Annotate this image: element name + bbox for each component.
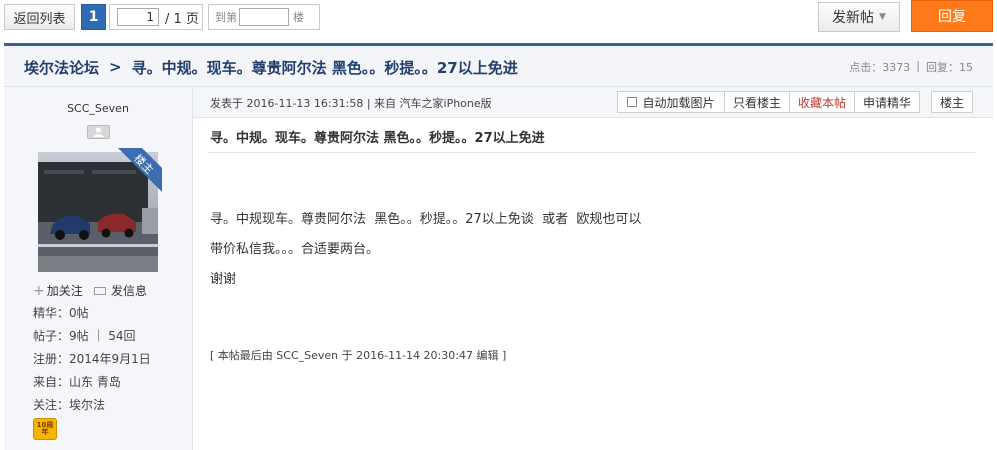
page-number-input[interactable]: 1 xyxy=(117,8,159,26)
follow-label: 加关注 xyxy=(46,284,83,298)
page-current-button[interactable]: 1 xyxy=(81,4,106,30)
author-stat-registered: 注册：2014年9月1日 xyxy=(33,352,151,366)
new-post-button[interactable]: 发新帖 ▼ xyxy=(818,2,900,32)
author-username[interactable]: SCC_Seven xyxy=(4,102,192,115)
anniversary-medal-icon[interactable]: 10周年 xyxy=(33,418,57,440)
forum-link[interactable]: 埃尔法论坛 xyxy=(24,57,99,78)
send-message-button[interactable]: 发信息 xyxy=(94,282,147,299)
apply-elite-button[interactable]: 申请精华 xyxy=(855,91,920,113)
message-label: 发信息 xyxy=(111,284,148,298)
thread-title: 寻。中规。现车。尊贵阿尔法 黑色。。秒提。。27以上免进 xyxy=(131,58,518,77)
thread-stats: 点击：3373 | 回复：15 xyxy=(849,59,973,75)
follow-button[interactable]: + 加关注 xyxy=(33,282,83,299)
breadcrumb-separator: > xyxy=(109,58,122,76)
post-title: 寻。中规。现车。尊贵阿尔法 黑色。。秒提。。27以上免进 xyxy=(210,131,545,146)
floor-number-button[interactable]: 楼主 xyxy=(931,91,973,113)
plus-icon: + xyxy=(33,282,45,299)
reply-button[interactable]: 回复 xyxy=(911,0,993,32)
user-level-icon xyxy=(87,125,110,139)
author-stat-location: 来自：山东 青岛 xyxy=(33,375,121,389)
post-meta: 发表于 2016-11-13 16:31:58 | 来自 汽车之家iPhone版 xyxy=(210,97,492,110)
page-jump-box: 1 / 1 页 xyxy=(109,4,203,30)
breadcrumb: 埃尔法论坛 > 寻。中规。现车。尊贵阿尔法 黑色。。秒提。。27以上免进 xyxy=(24,56,518,78)
back-to-list-button[interactable]: 返回列表 xyxy=(4,4,75,30)
author-stat-following: 关注：埃尔法 xyxy=(33,398,106,412)
only-author-button[interactable]: 只看楼主 xyxy=(725,91,790,113)
goto-floor-input[interactable] xyxy=(239,8,289,26)
mail-icon xyxy=(94,286,106,295)
new-post-label: 发新帖 xyxy=(832,10,875,26)
stats-divider: | xyxy=(916,59,920,72)
favorite-button[interactable]: 收藏本帖 xyxy=(790,91,855,113)
checkbox-icon[interactable] xyxy=(627,97,638,107)
post-body-line-2: 带价私信我。。。合适要两台。 xyxy=(210,242,380,257)
post-body-line-3: 谢谢 xyxy=(210,272,237,287)
goto-suffix-label: 楼 xyxy=(293,11,304,24)
goto-floor-box: 到第 楼 xyxy=(208,4,320,30)
post-title-divider xyxy=(208,152,975,153)
post-body-line-1: 寻。中规现车。尊贵阿尔法 黑色。。秒提。。27以上免谈 或者 欧规也可以 xyxy=(210,212,642,227)
auto-load-images-toggle[interactable]: 自动加载图片 xyxy=(617,91,725,113)
author-stat-posts: 帖子：9帖 ｜ 54回 xyxy=(33,329,136,343)
replies-count: 回复：15 xyxy=(926,61,973,74)
auto-load-label: 自动加载图片 xyxy=(642,95,715,110)
goto-prefix-label: 到第 xyxy=(215,11,237,24)
edit-note: [ 本帖最后由 SCC_Seven 于 2016-11-14 20:30:47 … xyxy=(210,349,507,362)
author-stat-elite: 精华：0帖 xyxy=(33,306,89,320)
chevron-down-icon: ▼ xyxy=(879,12,886,22)
views-count: 点击：3373 xyxy=(849,61,911,74)
page-total-label: / 1 页 xyxy=(165,11,199,27)
